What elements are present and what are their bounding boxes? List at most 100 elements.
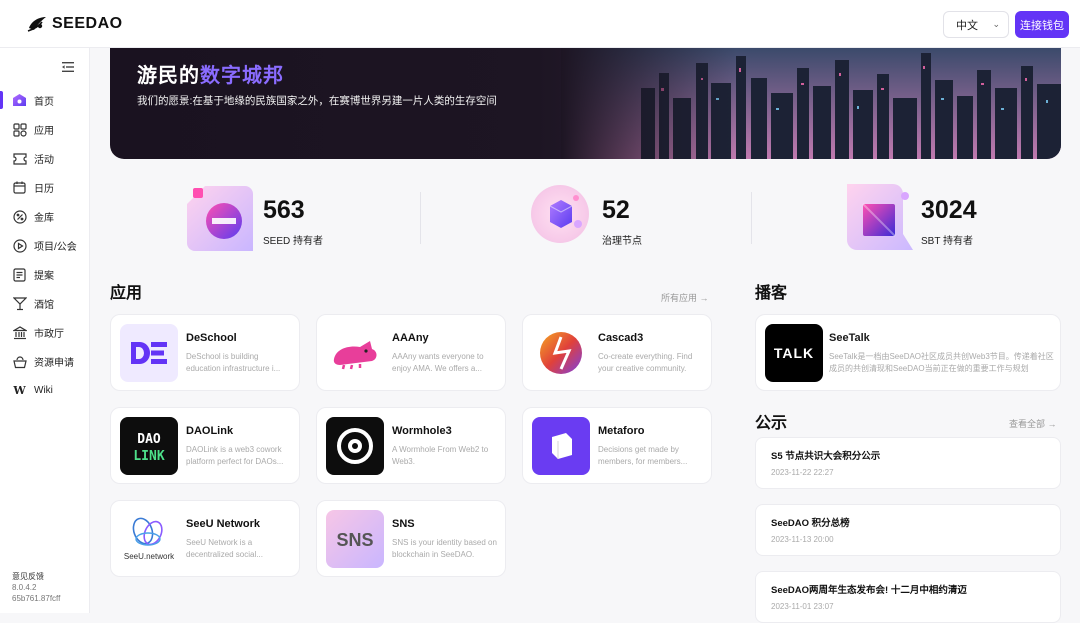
language-select[interactable]: 中文 ⌄ [943,11,1009,38]
app-name: AAAny [392,332,429,344]
sidebar-item-label: 酒馆 [34,300,54,311]
app-card-aaany[interactable]: AAAny AAAny wants everyone to enjoy AMA.… [316,314,506,391]
basket-icon [12,354,27,369]
notice-date: 2023-11-22 22:27 [771,468,834,477]
seedao-logo[interactable]: SEEDAO [26,14,123,34]
logo-text: SEEDAO [52,15,123,32]
app-desc: AAAny wants everyone to enjoy AMA. We of… [392,352,484,373]
stat-sbt-holders: 3024 SBT 持有者 [847,184,1047,254]
sidebar-item-label: 提案 [34,271,54,282]
stat-divider [420,192,421,244]
calendar-icon [12,180,27,195]
notice-item[interactable]: S5 节点共识大会积分公示 2023-11-22 22:27 [755,437,1061,489]
all-apps-link[interactable]: 所有应用 → [661,291,709,304]
wiki-w-icon: W [13,384,26,397]
svg-text:LINK: LINK [133,449,164,464]
sidebar-item-label: 应用 [34,126,54,137]
banner-subtitle: 我们的愿景:在基于地缘的民族国家之外，在赛博世界另建一片人类的生存空间 [137,95,497,107]
sidebar-item-resources[interactable]: 资源申请 [0,347,90,376]
sidebar-item-treasury[interactable]: 金库 [0,202,90,231]
stat-divider [751,192,752,244]
sidebar-item-wiki[interactable]: W Wiki [0,376,90,405]
seeu-network-logo-icon: SeeU.network [120,510,178,568]
stat-value: 52 [602,196,630,224]
app-card-sns[interactable]: SNS SNS SNS is your identity based on bl… [316,500,506,577]
notice-date: 2023-11-13 20:00 [771,535,834,544]
svg-text:SeeU.network: SeeU.network [124,552,175,561]
stat-governance-nodes: 52 治理节点 [530,184,730,254]
connect-wallet-button[interactable]: 连接钱包 [1015,11,1069,38]
sidebar-item-apps[interactable]: 应用 [0,115,90,144]
app-name: DeSchool [186,332,237,344]
app-card-daolink[interactable]: DAO LINK DAOLink DAOLink is a web3 cowork… [110,407,300,484]
sidebar-item-label: 金库 [34,213,54,224]
governance-node-icon [531,185,589,243]
notice-section-title: 公示 [755,415,788,432]
top-header: SEEDAO 中文 ⌄ 连接钱包 [0,0,1080,48]
app-desc: Co-create everything. Find your creative… [598,352,693,373]
app-name: Metaforo [598,425,645,437]
podcast-card-seetalk[interactable]: TALK SeeTalk SeeTalk是一档由SeeDAO社区成员共创Web3… [755,314,1061,391]
wormhole3-logo-icon [326,417,384,475]
app-card-seeu-network[interactable]: SeeU.network SeeU Network SeeU Network i… [110,500,300,577]
notice-item[interactable]: SeeDAO 积分总榜 2023-11-13 20:00 [755,504,1061,556]
stat-seed-holders: 563 SEED 持有者 [187,184,387,254]
notice-item[interactable]: SeeDAO两周年生态发布会! 十二月中相约清迈 2023-11-01 23:0… [755,571,1061,623]
seed-token-icon [187,186,253,251]
sidebar-item-tavern[interactable]: 酒馆 [0,289,90,318]
sidebar-item-label: 项目/公会 [34,242,77,253]
stat-label: SEED 持有者 [263,236,324,247]
app-name: Wormhole3 [392,425,452,437]
banner-title-highlight: 数字城邦 [200,65,284,87]
sidebar-item-home[interactable]: 首页 [0,86,90,115]
sidebar-item-events[interactable]: 活动 [0,144,90,173]
sidebar-item-projects[interactable]: 项目/公会 [0,231,90,260]
feedback-link[interactable]: 意见反馈 [12,571,60,582]
notice-title: S5 节点共识大会积分公示 [771,451,881,462]
sidebar-item-proposals[interactable]: 提案 [0,260,90,289]
sidebar-item-label: 市政厅 [34,329,64,340]
app-name: DAOLink [186,425,234,437]
podcast-desc: SeeTalk是一档由SeeDAO社区成员共创Web3节目。传递着社区成员的共创… [829,352,1054,373]
deschool-logo-icon [120,324,178,382]
app-card-cascad3[interactable]: Cascad3 Co-create everything. Find your … [522,314,712,391]
apps-section-title: 应用 [110,285,143,302]
apps-grid-icon [12,122,27,137]
sidebar-item-label: Wiki [34,385,53,396]
app-name: SeeU Network [186,518,260,530]
svg-text:DAO: DAO [137,432,161,447]
svg-text:SNS: SNS [336,530,373,550]
document-icon [12,267,27,282]
app-desc: Decisions get made by members, for membe… [598,445,688,466]
daolink-logo-icon: DAO LINK [120,417,178,475]
notice-date: 2023-11-01 23:07 [771,602,834,611]
sidebar-item-city-hall[interactable]: 市政厅 [0,318,90,347]
sidebar-item-calendar[interactable]: 日历 [0,173,90,202]
app-card-wormhole3[interactable]: Wormhole3 A Wormhole From Web2 to Web3. [316,407,506,484]
sidebar-item-label: 日历 [34,184,54,195]
cascad3-logo-icon [532,324,590,382]
aaany-logo-icon [326,324,384,382]
home-icon [12,93,27,108]
app-desc: DeSchool is building education infrastru… [186,352,281,373]
play-circle-icon [12,238,27,253]
stat-value: 3024 [921,196,977,224]
collapse-menu-icon[interactable] [62,62,74,72]
app-card-deschool[interactable]: DeSchool DeSchool is building education … [110,314,300,391]
bank-building-icon [12,325,27,340]
sidebar-item-label: 资源申请 [34,358,74,369]
city-skyline-illustration [561,48,1061,159]
sbt-badge-icon [847,184,913,250]
stat-label: 治理节点 [602,236,642,247]
app-name: SNS [392,518,415,530]
app-desc: SeeU Network is a decentralized social..… [186,538,263,559]
percent-coin-icon [12,209,27,224]
sns-logo-icon: SNS [326,510,384,568]
sidebar-item-label: 首页 [34,97,54,108]
view-all-notices-link[interactable]: 查看全部 → [1009,417,1057,430]
seetalk-logo-icon: TALK [765,324,823,382]
banner-title-prefix: 游民的 [137,65,200,87]
app-card-metaforo[interactable]: Metaforo Decisions get made by members, … [522,407,712,484]
sidebar: 首页 应用 活动 日历 金库 项目/公会 提案 酒馆 市政厅 资源申请 W Wi… [0,48,90,613]
notice-title: SeeDAO 积分总榜 [771,518,850,529]
